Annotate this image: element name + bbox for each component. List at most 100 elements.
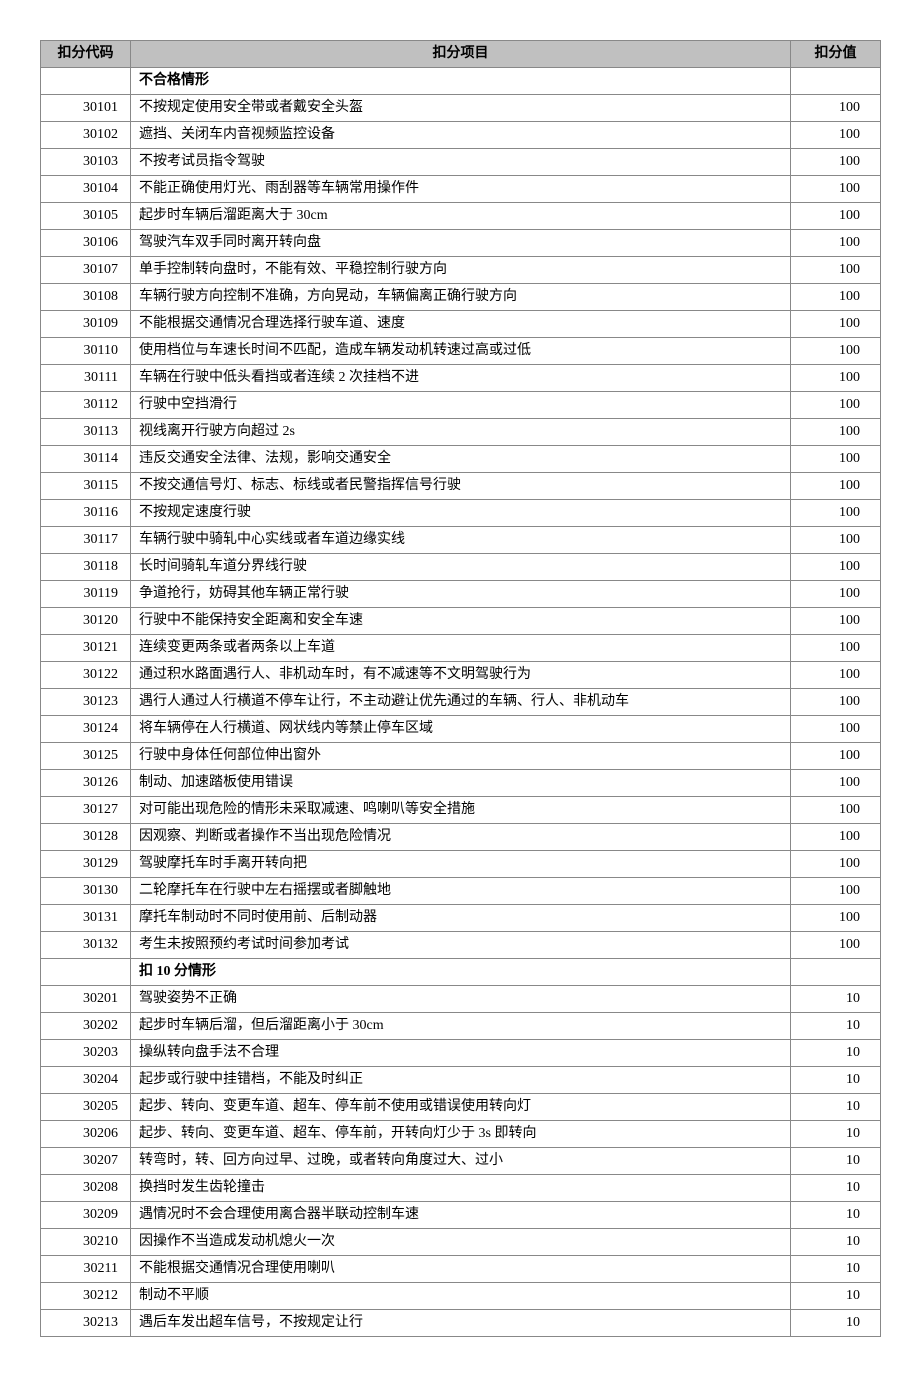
- cell-code: 30121: [41, 635, 131, 662]
- table-row: 30132考生未按照预约考试时间参加考试100: [41, 932, 881, 959]
- cell-item: 使用档位与车速长时间不匹配，造成车辆发动机转速过高或过低: [131, 338, 791, 365]
- table-row: 30110使用档位与车速长时间不匹配，造成车辆发动机转速过高或过低100: [41, 338, 881, 365]
- cell-item: 视线离开行驶方向超过 2s: [131, 419, 791, 446]
- cell-code: 30123: [41, 689, 131, 716]
- cell-code: 30105: [41, 203, 131, 230]
- cell-item: 起步时车辆后溜距离大于 30cm: [131, 203, 791, 230]
- table-row: 30127对可能出现危险的情形未采取减速、鸣喇叭等安全措施100: [41, 797, 881, 824]
- cell-item: 遮挡、关闭车内音视频监控设备: [131, 122, 791, 149]
- cell-value: 100: [791, 284, 881, 311]
- cell-value: 10: [791, 1310, 881, 1337]
- cell-code: 30106: [41, 230, 131, 257]
- cell-code: 30206: [41, 1121, 131, 1148]
- cell-code: 30112: [41, 392, 131, 419]
- table-row: 30126制动、加速踏板使用错误100: [41, 770, 881, 797]
- cell-value: 100: [791, 392, 881, 419]
- cell-item: 对可能出现危险的情形未采取减速、鸣喇叭等安全措施: [131, 797, 791, 824]
- cell-value: 100: [791, 608, 881, 635]
- cell-value: 100: [791, 527, 881, 554]
- cell-item: 起步时车辆后溜，但后溜距离小于 30cm: [131, 1013, 791, 1040]
- cell-code: 30128: [41, 824, 131, 851]
- table-row: 30122通过积水路面遇行人、非机动车时，有不减速等不文明驾驶行为100: [41, 662, 881, 689]
- cell-item: 单手控制转向盘时，不能有效、平稳控制行驶方向: [131, 257, 791, 284]
- cell-item: 遇情况时不会合理使用离合器半联动控制车速: [131, 1202, 791, 1229]
- table-row: 30205起步、转向、变更车道、超车、停车前不使用或错误使用转向灯10: [41, 1094, 881, 1121]
- cell-code: 30124: [41, 716, 131, 743]
- cell-code: 30213: [41, 1310, 131, 1337]
- cell-value: 100: [791, 473, 881, 500]
- cell-value: 100: [791, 824, 881, 851]
- cell-code: 30212: [41, 1283, 131, 1310]
- table-row: 30107单手控制转向盘时，不能有效、平稳控制行驶方向100: [41, 257, 881, 284]
- table-row: 30128因观察、判断或者操作不当出现危险情况100: [41, 824, 881, 851]
- cell-value: 10: [791, 1202, 881, 1229]
- table-row: 30109不能根据交通情况合理选择行驶车道、速度100: [41, 311, 881, 338]
- cell-value: 100: [791, 203, 881, 230]
- table-row: 30213遇后车发出超车信号，不按规定让行10: [41, 1310, 881, 1337]
- section-code-empty: [41, 959, 131, 986]
- cell-item: 长时间骑轧车道分界线行驶: [131, 554, 791, 581]
- cell-code: 30132: [41, 932, 131, 959]
- cell-value: 10: [791, 1256, 881, 1283]
- cell-code: 30104: [41, 176, 131, 203]
- table-row: 30202起步时车辆后溜，但后溜距离小于 30cm10: [41, 1013, 881, 1040]
- cell-item: 遇后车发出超车信号，不按规定让行: [131, 1310, 791, 1337]
- cell-value: 100: [791, 581, 881, 608]
- cell-item: 违反交通安全法律、法规，影响交通安全: [131, 446, 791, 473]
- table-row: 30106驾驶汽车双手同时离开转向盘100: [41, 230, 881, 257]
- cell-item: 不能根据交通情况合理选择行驶车道、速度: [131, 311, 791, 338]
- table-row: 30125行驶中身体任何部位伸出窗外100: [41, 743, 881, 770]
- cell-value: 100: [791, 662, 881, 689]
- table-row: 30131摩托车制动时不同时使用前、后制动器100: [41, 905, 881, 932]
- cell-item: 不能正确使用灯光、雨刮器等车辆常用操作件: [131, 176, 791, 203]
- table-row: 30204起步或行驶中挂错档，不能及时纠正10: [41, 1067, 881, 1094]
- table-row: 30114违反交通安全法律、法规，影响交通安全100: [41, 446, 881, 473]
- cell-value: 100: [791, 176, 881, 203]
- cell-value: 100: [791, 932, 881, 959]
- table-row: 30119争道抢行，妨碍其他车辆正常行驶100: [41, 581, 881, 608]
- cell-value: 10: [791, 1148, 881, 1175]
- table-row: 30209遇情况时不会合理使用离合器半联动控制车速10: [41, 1202, 881, 1229]
- cell-value: 100: [791, 635, 881, 662]
- table-row: 30211不能根据交通情况合理使用喇叭10: [41, 1256, 881, 1283]
- cell-code: 30122: [41, 662, 131, 689]
- cell-item: 因操作不当造成发动机熄火一次: [131, 1229, 791, 1256]
- cell-item: 不按规定使用安全带或者戴安全头盔: [131, 95, 791, 122]
- cell-code: 30107: [41, 257, 131, 284]
- cell-code: 30120: [41, 608, 131, 635]
- cell-value: 100: [791, 500, 881, 527]
- cell-code: 30103: [41, 149, 131, 176]
- cell-item: 不能根据交通情况合理使用喇叭: [131, 1256, 791, 1283]
- cell-item: 摩托车制动时不同时使用前、后制动器: [131, 905, 791, 932]
- cell-value: 10: [791, 986, 881, 1013]
- cell-value: 100: [791, 743, 881, 770]
- cell-item: 行驶中空挡滑行: [131, 392, 791, 419]
- cell-code: 30125: [41, 743, 131, 770]
- cell-item: 行驶中不能保持安全距离和安全车速: [131, 608, 791, 635]
- table-row: 30102遮挡、关闭车内音视频监控设备100: [41, 122, 881, 149]
- table-row: 30207转弯时，转、回方向过早、过晚，或者转向角度过大、过小10: [41, 1148, 881, 1175]
- cell-item: 驾驶摩托车时手离开转向把: [131, 851, 791, 878]
- cell-code: 30126: [41, 770, 131, 797]
- cell-item: 起步或行驶中挂错档，不能及时纠正: [131, 1067, 791, 1094]
- cell-code: 30210: [41, 1229, 131, 1256]
- cell-value: 10: [791, 1040, 881, 1067]
- cell-value: 10: [791, 1175, 881, 1202]
- cell-value: 100: [791, 149, 881, 176]
- table-row: 30104不能正确使用灯光、雨刮器等车辆常用操作件100: [41, 176, 881, 203]
- cell-item: 不按规定速度行驶: [131, 500, 791, 527]
- cell-code: 30115: [41, 473, 131, 500]
- cell-code: 30205: [41, 1094, 131, 1121]
- cell-code: 30113: [41, 419, 131, 446]
- cell-code: 30202: [41, 1013, 131, 1040]
- cell-value: 100: [791, 338, 881, 365]
- cell-code: 30118: [41, 554, 131, 581]
- table-row: 30103不按考试员指令驾驶100: [41, 149, 881, 176]
- cell-item: 起步、转向、变更车道、超车、停车前，开转向灯少于 3s 即转向: [131, 1121, 791, 1148]
- cell-item: 换挡时发生齿轮撞击: [131, 1175, 791, 1202]
- cell-code: 30208: [41, 1175, 131, 1202]
- cell-code: 30209: [41, 1202, 131, 1229]
- cell-item: 转弯时，转、回方向过早、过晚，或者转向角度过大、过小: [131, 1148, 791, 1175]
- cell-item: 遇行人通过人行横道不停车让行，不主动避让优先通过的车辆、行人、非机动车: [131, 689, 791, 716]
- cell-code: 30211: [41, 1256, 131, 1283]
